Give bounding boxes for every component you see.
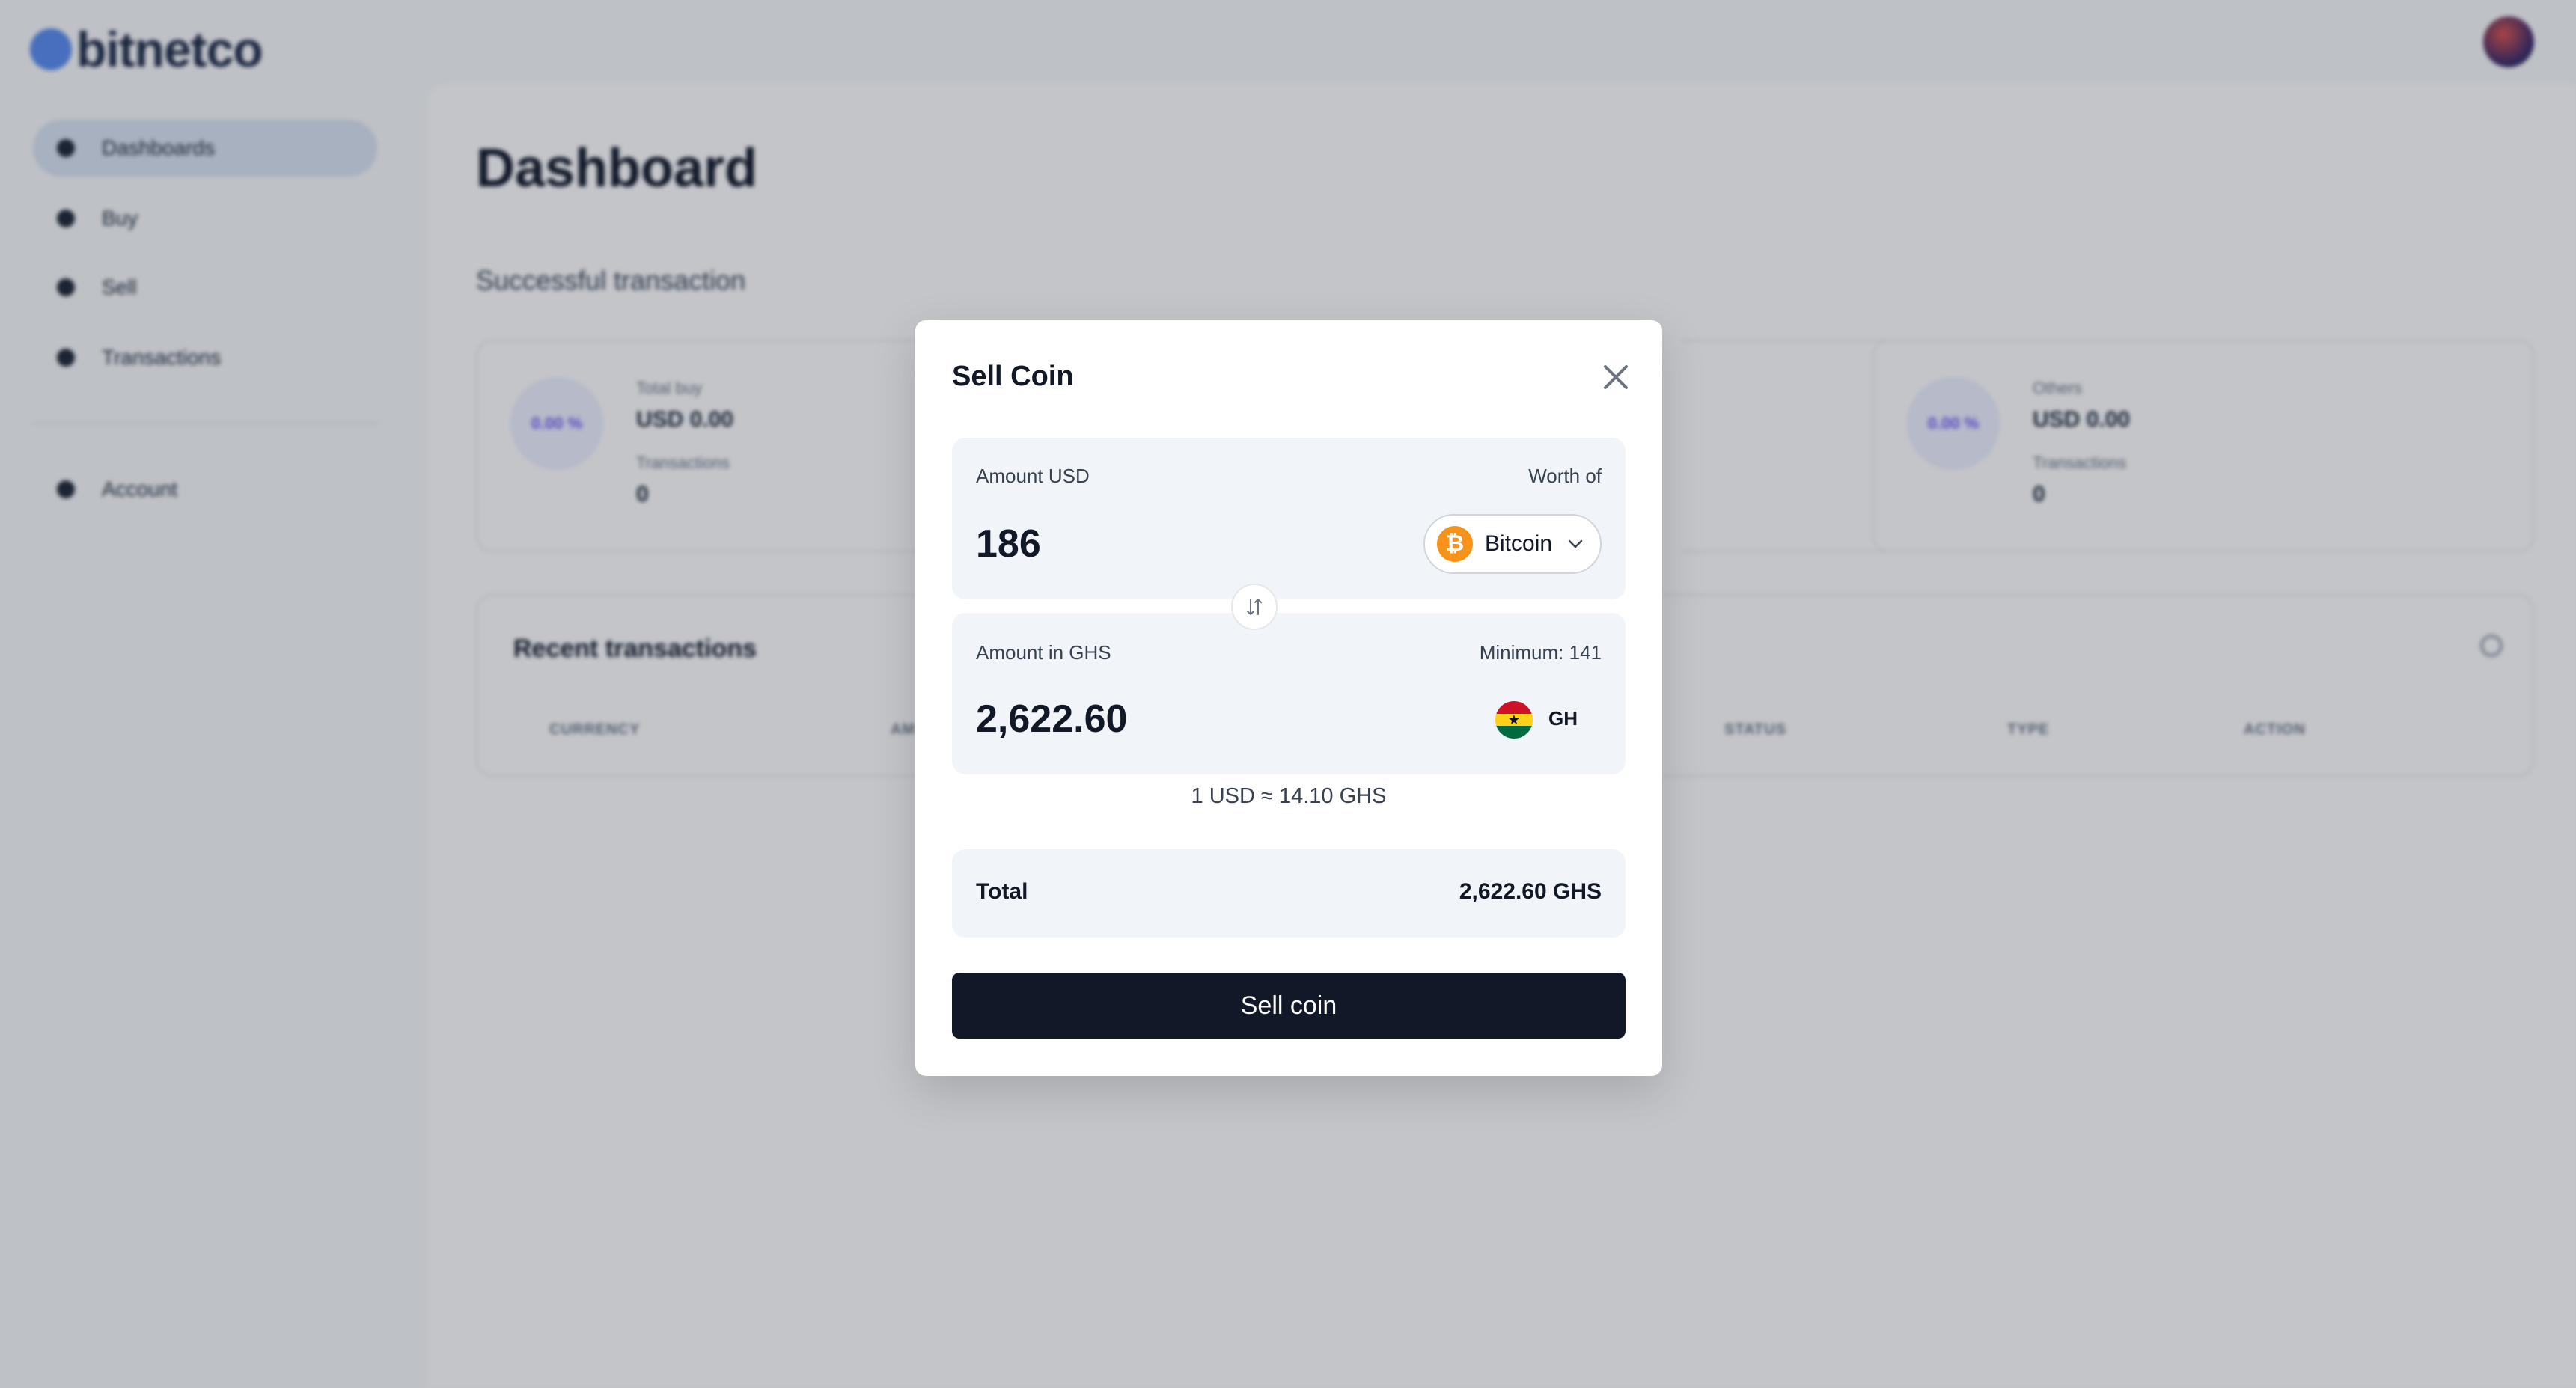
worth-of-label: Worth of (1528, 465, 1602, 487)
currency-code: GH (1548, 707, 1578, 730)
total-panel: Total 2,622.60 GHS (952, 849, 1626, 938)
coin-select[interactable]: ₿ Bitcoin (1423, 514, 1602, 574)
amount-ghs-panel: Amount in GHS Minimum: 141 ★ GH (952, 613, 1626, 774)
sell-coin-modal: Sell Coin Amount USD Worth of ₿ Bitcoin … (915, 320, 1662, 1076)
amount-usd-panel: Amount USD Worth of ₿ Bitcoin (952, 438, 1626, 599)
modal-title: Sell Coin (952, 361, 1074, 392)
amount-usd-label: Amount USD (976, 465, 1090, 487)
amount-ghs-input[interactable] (976, 697, 1350, 742)
chevron-down-icon (1568, 539, 1583, 548)
total-value: 2,622.60 GHS (1459, 879, 1602, 904)
swap-arrows-icon (1247, 599, 1262, 615)
sell-coin-button[interactable]: Sell coin (952, 973, 1626, 1039)
ghana-flag-icon: ★ (1495, 701, 1533, 739)
coin-select-value: Bitcoin (1485, 531, 1553, 556)
close-icon[interactable] (1598, 359, 1634, 395)
amount-usd-input[interactable] (976, 522, 1350, 566)
minimum-label: Minimum: 141 (1479, 641, 1602, 664)
swap-button[interactable] (1231, 584, 1278, 630)
total-label: Total (976, 879, 1028, 904)
exchange-rate: 1 USD ≈ 14.10 GHS (1191, 784, 1387, 808)
bitcoin-icon: ₿ (1437, 526, 1473, 562)
amount-ghs-label: Amount in GHS (976, 641, 1111, 664)
